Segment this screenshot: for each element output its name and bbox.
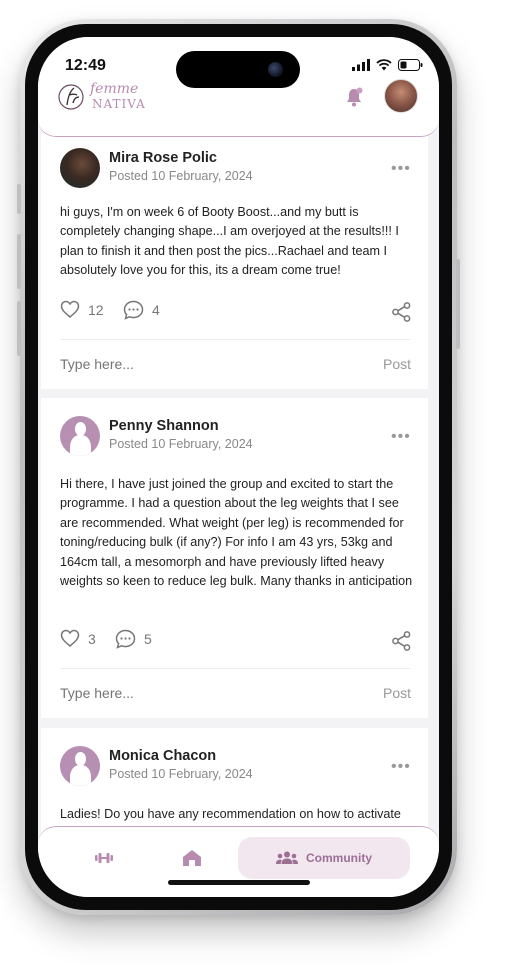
author-name[interactable]: Mira Rose Polic bbox=[109, 150, 217, 166]
logo-text-nativa: NATIVA bbox=[92, 97, 146, 111]
author-name[interactable]: Monica Chacon bbox=[109, 748, 216, 764]
status-time: 12:49 bbox=[65, 57, 106, 74]
post-card: Mira Rose Polic Posted 10 February, 2024… bbox=[41, 134, 428, 389]
brand-logo[interactable]: femme NATIVA bbox=[58, 81, 163, 117]
default-avatar-icon bbox=[75, 422, 86, 436]
author-avatar[interactable] bbox=[60, 416, 100, 456]
more-options-icon[interactable]: ••• bbox=[391, 428, 411, 446]
volume-up-button bbox=[17, 234, 21, 289]
wifi-icon bbox=[376, 59, 392, 71]
app-header: 12:49 femme NATIVA bbox=[38, 37, 439, 137]
comment-count: 4 bbox=[152, 302, 160, 318]
heart-icon bbox=[60, 300, 80, 318]
post-body: hi guys, I'm on week 6 of Booty Boost...… bbox=[60, 205, 399, 278]
nav-community-label: Community bbox=[306, 851, 372, 865]
post-actions: 12 4 bbox=[60, 300, 412, 324]
bottom-navigation: Community bbox=[38, 826, 439, 897]
avatar-silhouette-body bbox=[70, 435, 91, 456]
like-count: 12 bbox=[88, 301, 104, 318]
comment-count: 5 bbox=[144, 631, 152, 647]
comment-input[interactable] bbox=[60, 685, 320, 701]
dumbbell-icon bbox=[95, 853, 113, 863]
like-button[interactable]: 12 bbox=[60, 300, 104, 319]
divider bbox=[60, 668, 410, 669]
post-comment-button[interactable]: Post bbox=[383, 356, 411, 372]
more-options-icon[interactable]: ••• bbox=[391, 758, 411, 776]
comment-input[interactable] bbox=[60, 356, 320, 372]
post-actions: 3 5 bbox=[60, 629, 412, 653]
nav-home[interactable] bbox=[176, 837, 208, 879]
profile-avatar[interactable] bbox=[384, 79, 418, 113]
nav-community[interactable]: Community bbox=[238, 837, 410, 879]
comment-button[interactable]: 5 bbox=[115, 629, 152, 649]
bell-icon[interactable] bbox=[345, 87, 363, 107]
comment-bubble-icon bbox=[123, 300, 144, 320]
like-count: 3 bbox=[88, 630, 96, 647]
mute-switch bbox=[17, 184, 21, 214]
signal-icon bbox=[352, 59, 370, 71]
battery-icon bbox=[398, 59, 423, 71]
share-icon[interactable] bbox=[392, 631, 411, 651]
dynamic-island bbox=[176, 51, 300, 88]
home-indicator bbox=[168, 880, 310, 885]
comment-bubble-icon bbox=[115, 629, 136, 649]
volume-down-button bbox=[17, 301, 21, 356]
power-button bbox=[456, 259, 460, 349]
author-avatar[interactable] bbox=[60, 746, 100, 786]
avatar-silhouette-body bbox=[70, 765, 91, 786]
like-button[interactable]: 3 bbox=[60, 629, 96, 648]
post-body: Hi there, I have just joined the group a… bbox=[60, 477, 413, 589]
post-card: Penny Shannon Posted 10 February, 2024 •… bbox=[41, 398, 428, 718]
comment-button[interactable]: 4 bbox=[123, 300, 160, 320]
divider bbox=[60, 339, 410, 340]
author-name[interactable]: Penny Shannon bbox=[109, 418, 219, 434]
phone-screen: 12:49 femme NATIVA Mira Rose Polic Poste… bbox=[38, 37, 439, 897]
post-body: Ladies! Do you have any recommendation o… bbox=[60, 807, 401, 821]
post-date: Posted 10 February, 2024 bbox=[109, 169, 253, 183]
heart-icon bbox=[60, 629, 80, 647]
post-comment-button[interactable]: Post bbox=[383, 685, 411, 701]
camera-icon bbox=[268, 62, 283, 77]
post-date: Posted 10 February, 2024 bbox=[109, 437, 253, 451]
logo-text-femme: femme bbox=[90, 81, 139, 97]
home-icon bbox=[183, 850, 201, 866]
share-icon[interactable] bbox=[392, 302, 411, 322]
more-options-icon[interactable]: ••• bbox=[391, 160, 411, 178]
default-avatar-icon bbox=[75, 752, 86, 766]
author-avatar[interactable] bbox=[60, 148, 100, 188]
status-icons bbox=[352, 59, 423, 71]
nav-workouts[interactable] bbox=[88, 837, 120, 879]
community-icon bbox=[276, 851, 298, 864]
post-date: Posted 10 February, 2024 bbox=[109, 767, 253, 781]
logo-monogram-icon bbox=[58, 84, 84, 110]
